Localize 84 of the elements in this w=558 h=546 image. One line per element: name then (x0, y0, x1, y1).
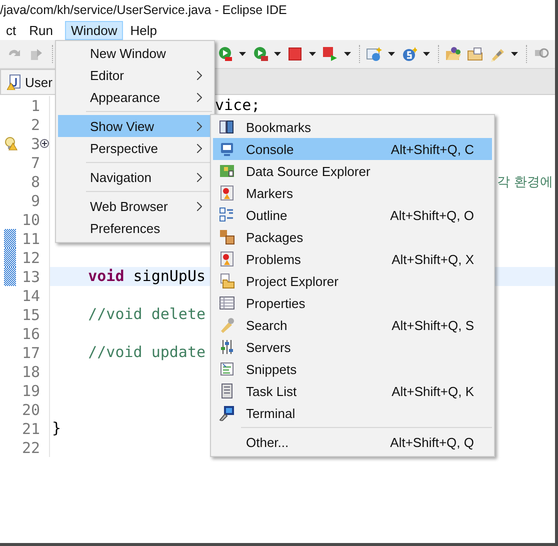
menu-item[interactable]: Project Explorer (213, 270, 492, 292)
java-file-warning-icon (7, 74, 21, 90)
terminal-icon (219, 405, 235, 421)
menu-bar-item[interactable]: Run (23, 20, 59, 40)
menu-item[interactable]: Other... Alt+Shift+Q, Q (213, 431, 492, 453)
clipboard-list-icon (219, 383, 235, 399)
stop-play-icon[interactable] (322, 46, 338, 62)
line-number: 20 (20, 400, 40, 418)
map-icon (219, 163, 235, 179)
outline-icon (219, 207, 235, 223)
line-number: 22 (20, 438, 40, 456)
line-number: 14 (20, 286, 40, 304)
menu-item[interactable]: Data Source Explorer (213, 160, 492, 182)
editor-tab[interactable]: User (0, 69, 58, 94)
menu-item[interactable]: Editor (58, 64, 212, 86)
flashlight-icon (219, 317, 235, 333)
code-text: //void delete (87, 305, 206, 323)
menu-item[interactable]: Navigation (58, 166, 212, 188)
menu-item[interactable]: Bookmarks (213, 116, 492, 138)
line-number: 8 (30, 172, 40, 190)
marker-list-icon (219, 251, 235, 267)
caret-icon[interactable] (274, 52, 281, 56)
line-number: 21 (20, 420, 40, 438)
line-number: 9 (30, 192, 40, 210)
menu-item[interactable]: Web Browser (58, 195, 212, 217)
marker-list-icon (219, 185, 235, 201)
menu-bar-item[interactable]: Help (124, 20, 163, 40)
menu-item[interactable]: Packages (213, 226, 492, 248)
pen-icon[interactable] (489, 46, 505, 62)
menu-item[interactable]: Show View (58, 115, 212, 137)
line-number: 3 (30, 134, 40, 152)
run-icon[interactable] (252, 46, 268, 62)
book-icon (219, 119, 235, 135)
line-number: 19 (20, 382, 40, 400)
menu-item[interactable]: Appearance (58, 86, 212, 108)
code-text: //void update (87, 343, 206, 361)
caret-icon[interactable] (239, 52, 246, 56)
line-number: 2 (30, 116, 40, 134)
caret-icon[interactable] (344, 52, 351, 56)
caret-icon[interactable] (388, 52, 395, 56)
snippet-icon (219, 361, 235, 377)
window-title: /java/com/kh/service/UserService.java - Eclipse IDE (0, 3, 287, 17)
menu-item[interactable]: Console Alt+Shift+Q, C (213, 138, 492, 160)
menu-item[interactable]: Terminal (213, 402, 492, 424)
line-number: 13 (20, 268, 40, 286)
code-text: } (52, 419, 62, 437)
menu-item[interactable]: Properties (213, 292, 492, 314)
package-grid-icon (219, 229, 235, 245)
expand-icon[interactable] (40, 139, 49, 148)
menu-item[interactable]: Snippets (213, 358, 492, 380)
line-number: 7 (30, 154, 40, 172)
menu-item[interactable]: Servers (213, 336, 492, 358)
sliders-icon (219, 339, 235, 355)
caret-icon[interactable] (423, 52, 430, 56)
line-number: 17 (20, 344, 40, 362)
stop-icon[interactable] (287, 46, 303, 62)
code-text: 각 환경에 (497, 174, 554, 192)
menu-bar-item[interactable]: ct (0, 20, 22, 40)
menu-item[interactable]: Outline Alt+Shift+Q, O (213, 204, 492, 226)
caret-icon[interactable] (511, 52, 518, 56)
menu-item[interactable]: Problems Alt+Shift+Q, X (213, 248, 492, 270)
menu-item[interactable]: Perspective (58, 137, 212, 159)
line-number: 1 (30, 96, 40, 114)
warning-lightbulb-icon[interactable] (4, 136, 18, 152)
run-icon[interactable] (217, 46, 233, 62)
code-text: vice; (215, 96, 260, 115)
line-number: 10 (20, 210, 40, 228)
menu-item[interactable]: Search Alt+Shift+Q, S (213, 314, 492, 336)
line-number: 16 (20, 324, 40, 342)
monitor-icon (219, 141, 235, 157)
line-number: 11 (20, 230, 40, 248)
table-icon (219, 295, 235, 311)
folder-icon[interactable] (467, 46, 483, 62)
menu-item[interactable]: Task List Alt+Shift+Q, K (213, 380, 492, 402)
caret-icon[interactable] (309, 52, 316, 56)
line-number: 18 (20, 362, 40, 380)
line-number: 15 (20, 306, 40, 324)
code-text: void signUpUs (87, 267, 206, 285)
folder-icon (219, 273, 235, 289)
menu-item[interactable]: Preferences (58, 217, 212, 239)
menu-bar-item[interactable]: Window (64, 20, 124, 40)
line-number: 12 (20, 248, 40, 266)
open-folder-icon[interactable] (445, 46, 461, 62)
menu-item[interactable]: Markers (213, 182, 492, 204)
